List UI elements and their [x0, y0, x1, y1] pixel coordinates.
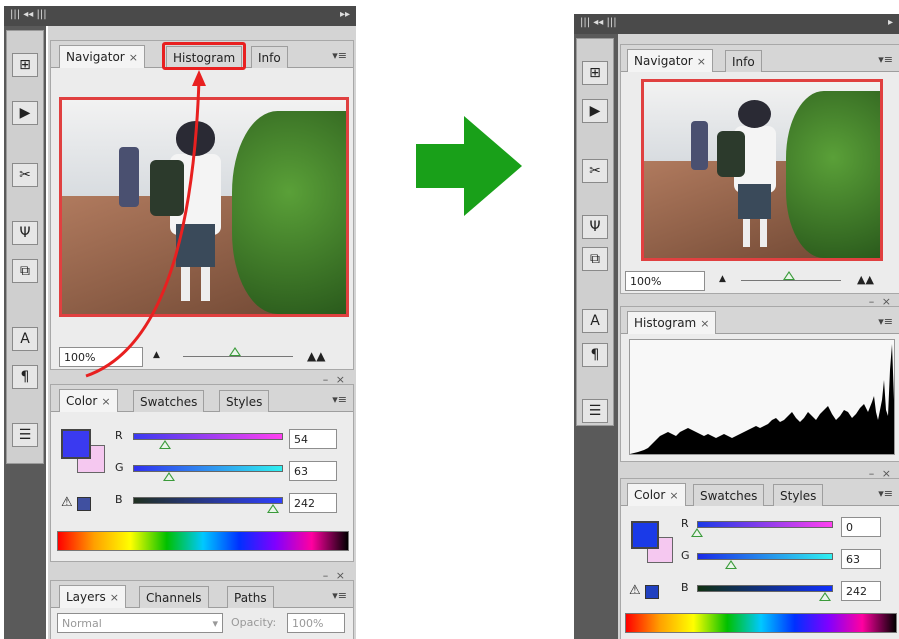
g-slider[interactable] [133, 465, 283, 472]
right-panel-top-grip[interactable]: ||| ◂◂ ||| ▸ [574, 14, 899, 34]
left-color-panel: – × Color × Swatches Styles ▾≡ R 54 G 63 … [50, 373, 354, 562]
chevron-down-icon: ▾ [212, 616, 218, 630]
tab-close-icon[interactable]: × [697, 55, 706, 68]
gamut-warning-icon[interactable]: ⚠ [61, 495, 73, 510]
right-histogram-panel: – × Histogram × ▾≡ [620, 295, 899, 462]
tab-styles[interactable]: Styles [773, 484, 824, 506]
r-channel-label: R [681, 517, 689, 530]
foreground-color-swatch[interactable] [61, 429, 91, 459]
b-slider[interactable] [697, 585, 833, 592]
b-value-field[interactable]: 242 [289, 493, 337, 513]
opacity-label: Opacity: [231, 616, 277, 629]
right-color-tabbar: Color × Swatches Styles ▾≡ [621, 479, 899, 506]
gamut-swatch[interactable] [645, 585, 659, 599]
r-slider[interactable] [133, 433, 283, 440]
right-tool-strip: ⊞ ▶ ✂ Ψ ⧉ A ¶ ☰ [576, 38, 614, 426]
zoom-in-icon[interactable]: ▲▲ [857, 273, 874, 286]
right-color-panel: – × Color × Swatches Styles ▾≡ R 0 G 63 ⚠… [620, 467, 899, 639]
right-grip-collapse-icon[interactable]: ||| ◂◂ ||| [580, 17, 617, 28]
r-slider-knob[interactable] [691, 528, 703, 537]
tab-info[interactable]: Info [725, 50, 762, 72]
g-slider[interactable] [697, 553, 833, 560]
tab-swatches[interactable]: Swatches [133, 390, 205, 412]
tab-navigator[interactable]: Navigator × [627, 49, 713, 72]
right-grip-expand-icon[interactable]: ▸ [888, 17, 893, 28]
g-value-field[interactable]: 63 [841, 549, 881, 569]
tab-paths[interactable]: Paths [227, 586, 274, 608]
g-value-field[interactable]: 63 [289, 461, 337, 481]
r-slider[interactable] [697, 521, 833, 528]
tab-close-icon[interactable]: × [669, 489, 678, 502]
b-slider-knob[interactable] [267, 504, 279, 513]
navigator-tool-icon[interactable]: ⊞ [582, 61, 608, 85]
r-slider-knob[interactable] [159, 440, 171, 449]
green-transition-arrow [416, 116, 522, 216]
zoom-slider-knob[interactable] [783, 271, 795, 280]
tab-color[interactable]: Color × [627, 483, 686, 506]
panel-menu-icon[interactable]: ▾≡ [332, 393, 347, 406]
tab-channels[interactable]: Channels [139, 586, 209, 608]
tab-color[interactable]: Color × [59, 389, 118, 412]
r-value-field[interactable]: 0 [841, 517, 881, 537]
tab-close-icon[interactable]: × [110, 591, 119, 604]
b-slider-knob[interactable] [819, 592, 831, 601]
brushes-icon[interactable]: Ψ [582, 215, 608, 239]
tab-close-icon[interactable]: × [101, 395, 110, 408]
g-slider-knob[interactable] [163, 472, 175, 481]
paragraph-icon[interactable]: ¶ [582, 343, 608, 367]
g-slider-knob[interactable] [725, 560, 737, 569]
b-channel-label: B [681, 581, 689, 594]
b-value-field[interactable]: 242 [841, 581, 881, 601]
panel-menu-icon[interactable]: ▾≡ [878, 315, 893, 328]
tab-styles[interactable]: Styles [219, 390, 270, 412]
right-zoom-field[interactable]: 100% [625, 271, 705, 291]
tool-presets-icon[interactable]: ✂ [582, 159, 608, 183]
g-channel-label: G [681, 549, 690, 562]
right-navigator-panel: Navigator × Info ▾≡ 100% ▲ ▲▲ [620, 44, 899, 294]
r-channel-label: R [115, 429, 123, 442]
b-channel-label: B [115, 493, 123, 506]
histogram-graph [629, 339, 895, 455]
foreground-color-swatch[interactable] [631, 521, 659, 549]
character-icon[interactable]: A [582, 309, 608, 333]
left-color-tabbar: Color × Swatches Styles ▾≡ [51, 385, 353, 412]
tab-close-icon[interactable]: × [700, 317, 709, 330]
color-spectrum-bar[interactable] [57, 531, 349, 551]
play-action-icon[interactable]: ▶ [582, 99, 608, 123]
panel-menu-icon[interactable]: ▾≡ [878, 53, 893, 66]
tab-layers[interactable]: Layers × [59, 585, 126, 608]
tab-histogram[interactable]: Histogram × [627, 311, 717, 334]
left-layers-panel: – × Layers × Channels Paths ▾≡ Normal ▾ Op… [50, 569, 354, 639]
notes-icon[interactable]: ☰ [582, 399, 608, 423]
tab-swatches[interactable]: Swatches [693, 484, 765, 506]
panel-menu-icon[interactable]: ▾≡ [878, 487, 893, 500]
gamut-swatch[interactable] [77, 497, 91, 511]
left-layers-tabbar: Layers × Channels Paths ▾≡ [51, 581, 353, 608]
zoom-out-icon[interactable]: ▲ [719, 274, 726, 284]
gamut-warning-icon[interactable]: ⚠ [629, 583, 641, 598]
navigator-preview-image[interactable] [641, 79, 883, 261]
g-channel-label: G [115, 461, 124, 474]
b-slider[interactable] [133, 497, 283, 504]
right-histogram-tabbar: Histogram × ▾≡ [621, 307, 899, 334]
color-spectrum-bar[interactable] [625, 613, 897, 633]
blend-mode-select[interactable]: Normal ▾ [57, 613, 223, 633]
zoom-slider-track[interactable] [741, 280, 841, 281]
right-navigator-tabbar: Navigator × Info ▾≡ [621, 45, 899, 72]
opacity-field[interactable]: 100% [287, 613, 345, 633]
r-value-field[interactable]: 54 [289, 429, 337, 449]
panel-menu-icon[interactable]: ▾≡ [332, 589, 347, 602]
clone-source-icon[interactable]: ⧉ [582, 247, 608, 271]
